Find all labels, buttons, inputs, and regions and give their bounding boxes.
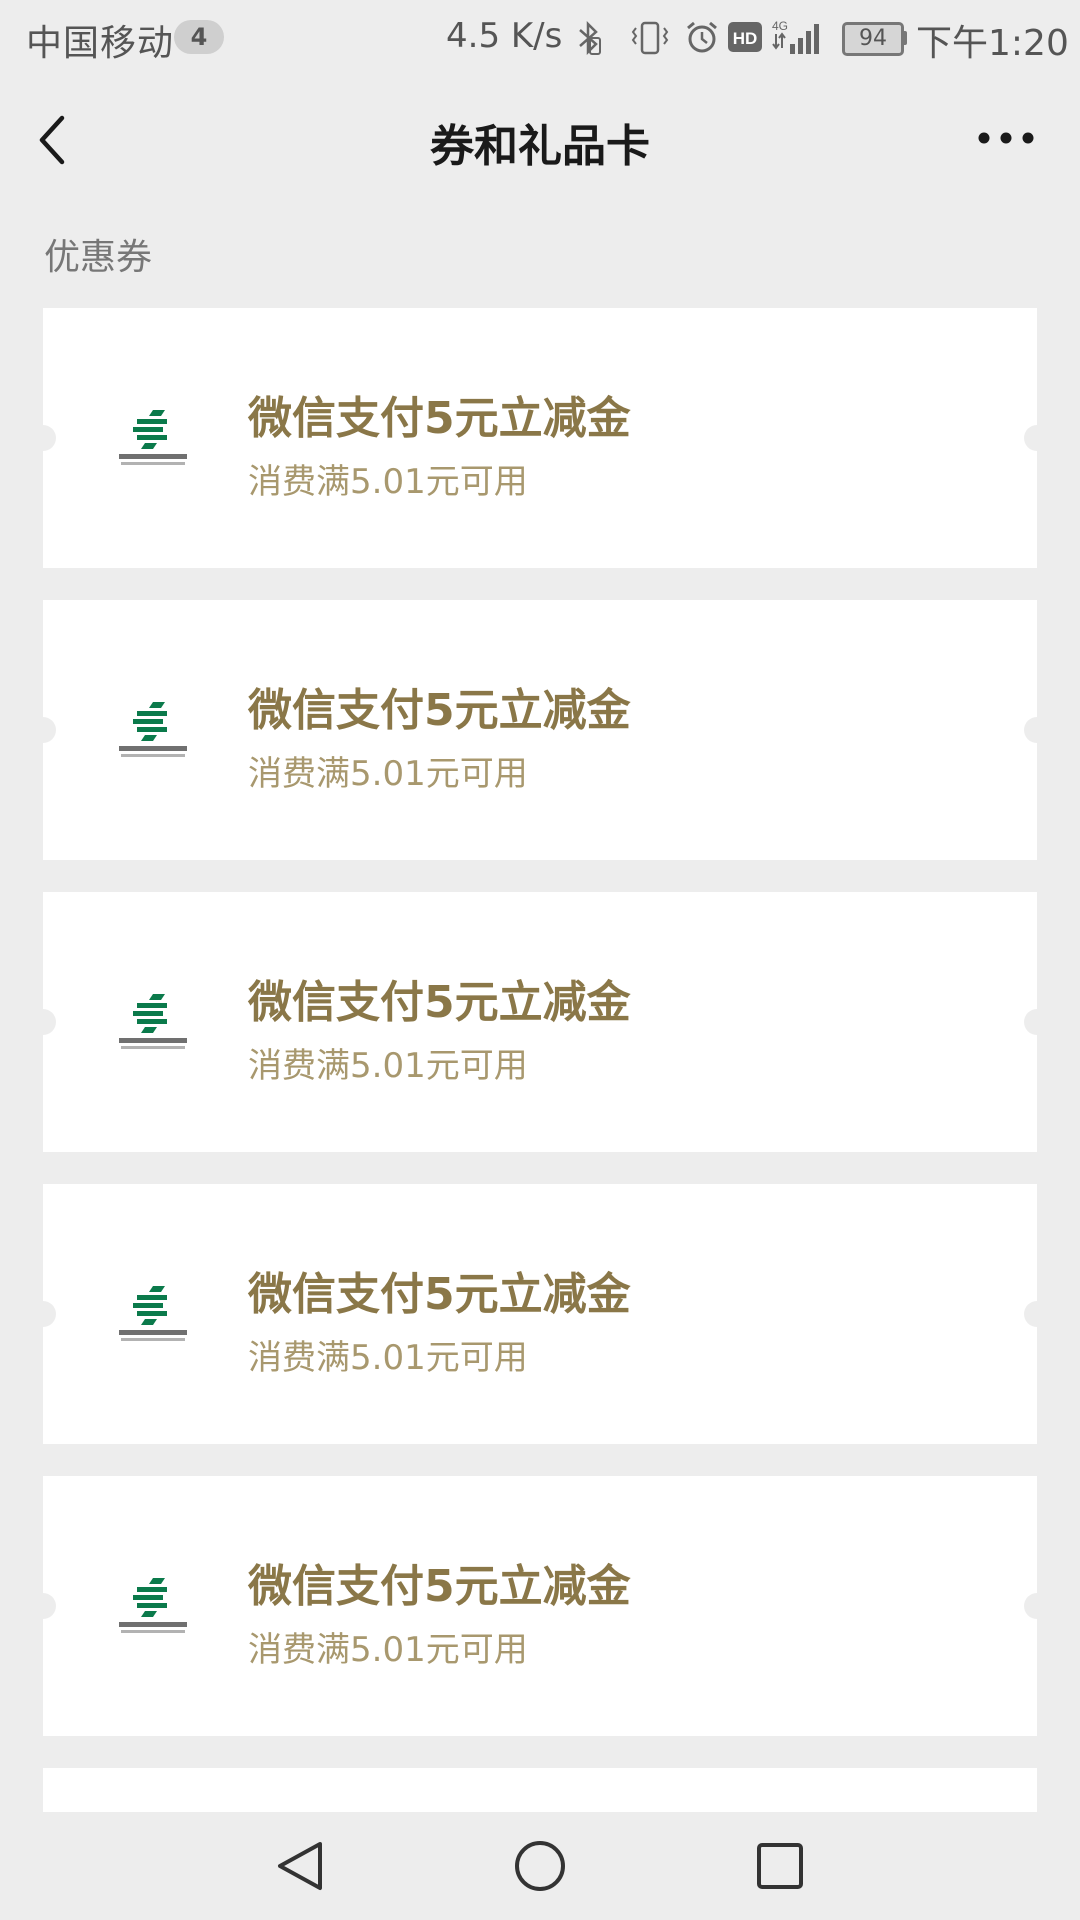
network-speed: 4.5 K/s [446, 16, 563, 56]
coupon-subtitle: 消费满5.01元可用 [248, 1338, 528, 1378]
coupon-title: 微信支付5元立减金 [248, 685, 631, 736]
coupon-card[interactable]: 微信支付5元立减金 消费满5.01元可用 [43, 600, 1037, 860]
clock: 下午1:20 [916, 23, 1069, 64]
coupon-card[interactable]: 微信支付5元立减金 消费满5.01元可用 [43, 892, 1037, 1152]
sim-badge: 4 [174, 20, 224, 54]
card-notch [1024, 1593, 1037, 1619]
triangle-back-icon[interactable] [272, 1838, 328, 1894]
postal-savings-bank-logo [119, 994, 187, 1049]
nav-bar: 券和礼品卡 [0, 76, 1080, 202]
alarm-icon [687, 21, 717, 53]
more-dots-icon[interactable] [976, 126, 1036, 150]
coupon-subtitle: 消费满5.01元可用 [248, 1046, 528, 1086]
coupon-title: 微信支付5元立减金 [248, 977, 631, 1028]
card-notch [43, 717, 56, 743]
card-notch [43, 425, 56, 451]
circle-home-icon[interactable] [512, 1838, 568, 1894]
card-notch [1024, 1301, 1037, 1327]
card-notch [1024, 717, 1037, 743]
coupon-list: 微信支付5元立减金 消费满5.01元可用 微信支付5元立减金 消费满5.01元可… [43, 308, 1037, 1812]
bluetooth-icon [579, 20, 601, 56]
status-bar: 中国移动 4 4.5 K/s HD 4G 94 下午1:20 [0, 0, 1080, 76]
battery-cap [902, 31, 907, 45]
postal-savings-bank-logo [119, 702, 187, 757]
svg-text:4G: 4G [772, 19, 788, 33]
card-notch [1024, 425, 1037, 451]
postal-savings-bank-logo [119, 410, 187, 465]
section-label: 优惠券 [44, 237, 153, 278]
card-notch [43, 1009, 56, 1035]
coupon-title: 微信支付5元立减金 [248, 1269, 631, 1320]
postal-savings-bank-logo [119, 1578, 187, 1633]
coupon-subtitle: 消费满5.01元可用 [248, 754, 528, 794]
card-notch [43, 1301, 56, 1327]
hd-icon: HD [728, 22, 762, 52]
card-notch [43, 1593, 56, 1619]
page-title: 券和礼品卡 [430, 121, 650, 172]
coupon-card[interactable]: 微信支付5元立减金 消费满5.01元可用 [43, 308, 1037, 568]
coupon-subtitle: 消费满5.01元可用 [248, 462, 528, 502]
postal-savings-bank-logo [119, 1286, 187, 1341]
coupon-title: 微信支付5元立减金 [248, 1561, 631, 1612]
coupon-subtitle: 消费满5.01元可用 [248, 1630, 528, 1670]
coupon-card[interactable]: 微信支付5元立减金 消费满5.01元可用 [43, 1184, 1037, 1444]
4g-signal-icon: 4G [772, 19, 819, 54]
coupon-card[interactable]: 微信支付5元立减金 消费满5.01元可用 [43, 1476, 1037, 1736]
screen: 中国移动 4 4.5 K/s HD 4G 94 下午1:20 券和礼品卡 优惠券… [0, 0, 1080, 1920]
coupon-card-partial[interactable] [43, 1768, 1037, 1812]
coupon-title: 微信支付5元立减金 [248, 393, 631, 444]
carrier-name: 中国移动 [26, 23, 175, 64]
battery-indicator: 94 [842, 22, 904, 56]
vibrate-icon [631, 21, 669, 55]
svg-text:HD: HD [733, 29, 758, 48]
android-nav-bar [0, 1812, 1080, 1920]
square-recents-icon[interactable] [752, 1838, 808, 1894]
card-notch [1024, 1009, 1037, 1035]
